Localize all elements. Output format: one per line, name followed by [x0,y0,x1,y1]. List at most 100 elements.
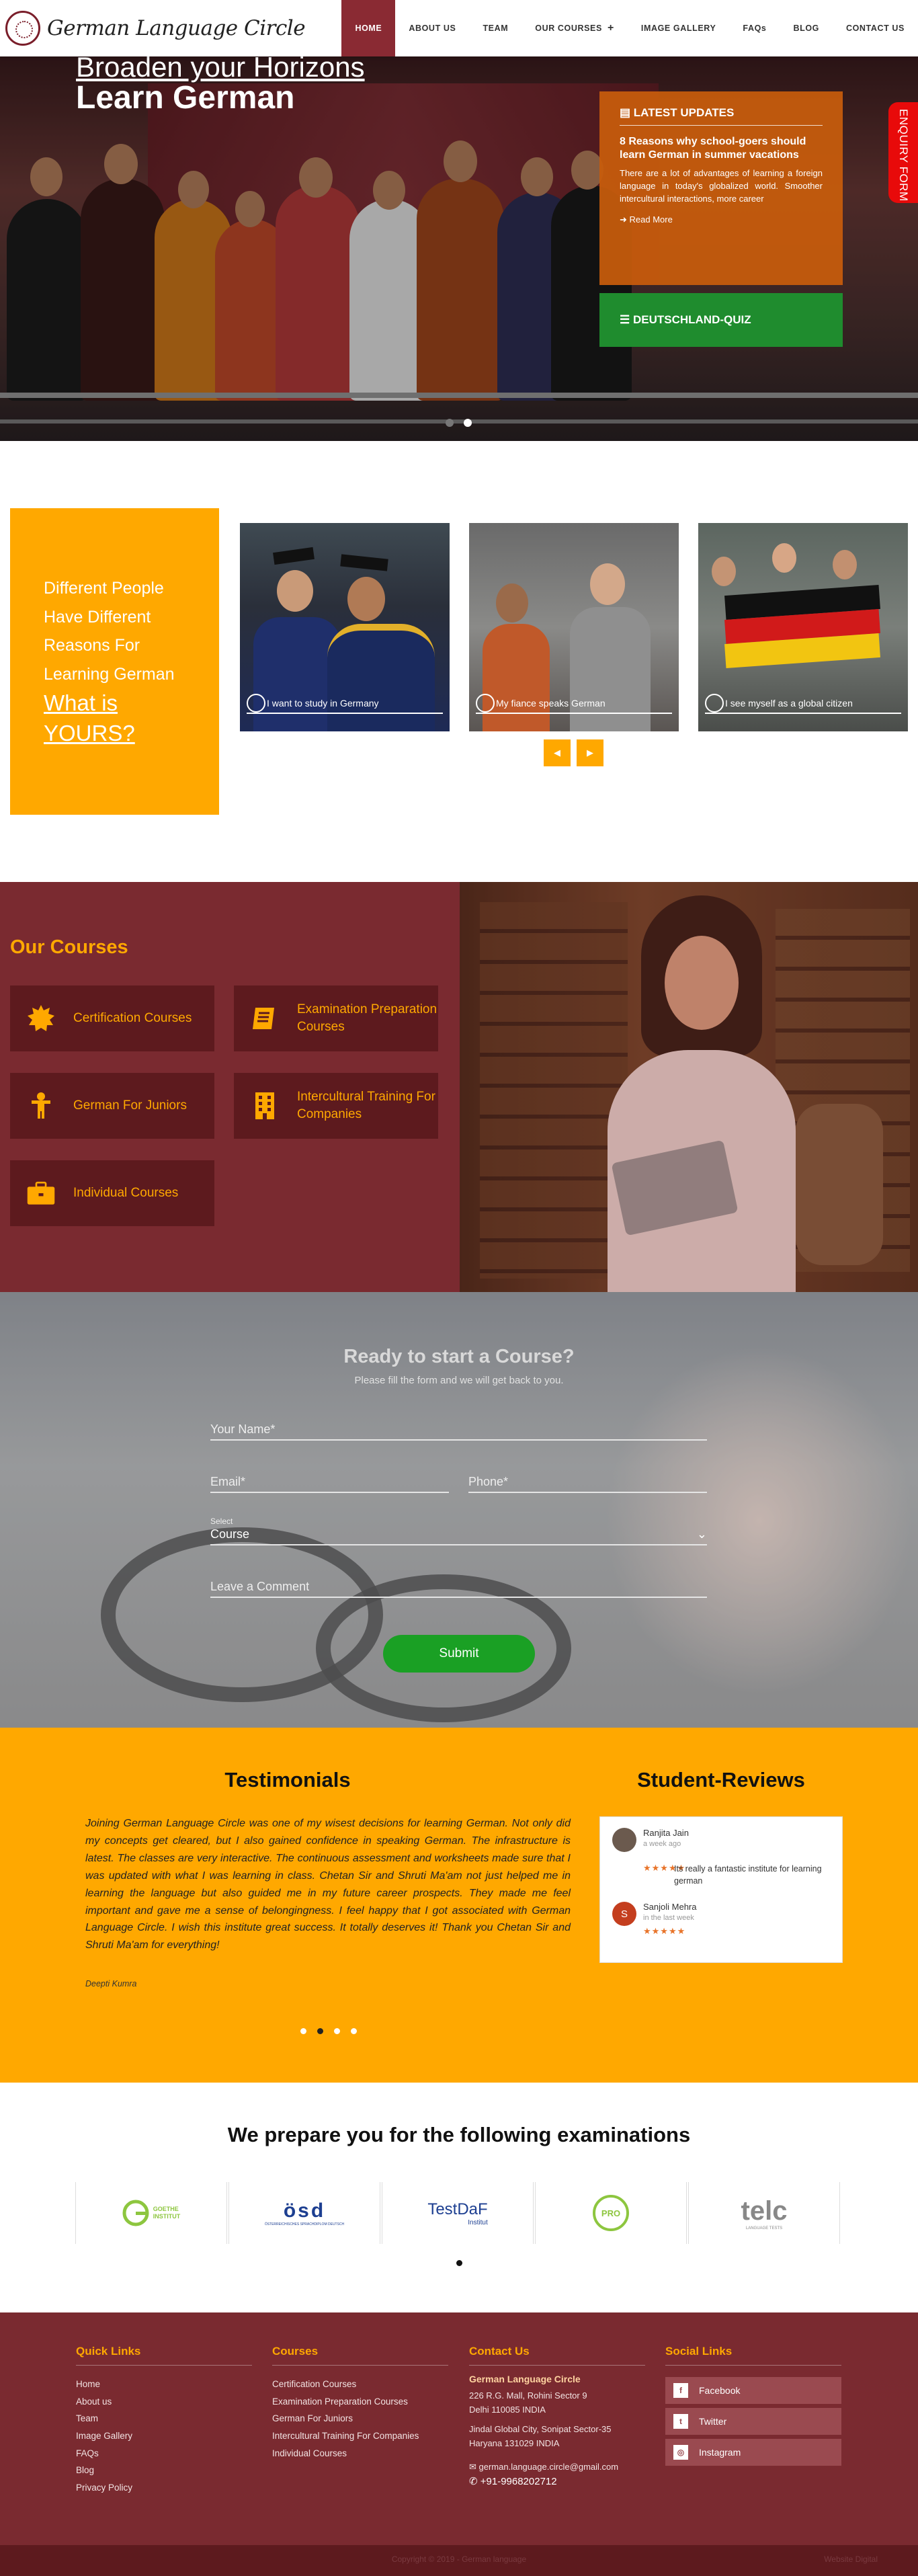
course-label: German For Juniors [73,1098,187,1113]
testimonial-text: Joining German Language Circle was one o… [85,1818,571,1951]
phone-input[interactable]: Phone* [468,1475,707,1493]
reason-card-caption: My fiance speaks German [476,694,672,714]
nav-about[interactable]: ABOUT US [395,0,469,56]
review-stars: ★★★★★ [643,1926,686,1936]
reviewer-avatar [612,1828,636,1852]
grad-cap-shape [273,547,315,565]
slider-dot-active[interactable] [464,419,472,427]
contact-address-line: Delhi 110085 INDIA [469,2405,546,2415]
osd-text: ösd [283,2200,326,2222]
reviewer-avatar: S [612,1902,636,1926]
envelope-icon: ✉ [469,2461,479,2472]
graduate-face [347,577,385,621]
phone-icon: ✆ [469,2476,481,2488]
hero-heading: Learn German [76,80,295,116]
footer-link-about[interactable]: About us [76,2393,132,2411]
nav-gallery[interactable]: IMAGE GALLERY [628,0,730,56]
footer-course-link[interactable]: Individual Courses [272,2445,419,2462]
footer-course-link[interactable]: Certification Courses [272,2376,419,2393]
person-face [496,583,528,622]
reasons-box: Different People Have Different Reasons … [10,508,219,815]
nav-contact[interactable]: CONTACT US [833,0,918,56]
footer-link-privacy[interactable]: Privacy Policy [76,2479,132,2497]
nav-courses[interactable]: OUR COURSES + [521,0,628,56]
enquiry-form-tab[interactable]: ENQUIRY FORM [888,102,918,203]
testimonial-dot[interactable] [334,2028,340,2034]
person-face [590,563,625,605]
course-select-value: Course [210,1527,250,1541]
footer-link-gallery[interactable]: Image Gallery [76,2427,132,2445]
nav-team[interactable]: TEAM [469,0,521,56]
slider-dot[interactable] [446,419,454,427]
carousel-next-button[interactable]: ▶ [577,739,603,766]
chevron-down-icon: ⌄ [696,1527,707,1541]
testimonial-dot[interactable] [300,2028,306,2034]
pro-badge: PRO [593,2195,629,2231]
footer-link-home[interactable]: Home [76,2376,132,2393]
testimonial-dot[interactable] [351,2028,357,2034]
course-label: Individual Courses [73,1186,179,1201]
arrow-circle-icon: ➜ [620,214,630,225]
update-article-excerpt: There are a lot of advantages of learnin… [620,168,823,204]
chevron-left-icon: ◀ [554,748,560,758]
course-juniors[interactable]: German For Juniors [10,1073,214,1139]
course-intercultural[interactable]: Intercultural Training For Companies [234,1073,438,1139]
course-individual[interactable]: Individual Courses [10,1160,214,1226]
site-header: German Language Circle HOME ABOUT US TEA… [0,0,918,56]
reason-card[interactable]: I see myself as a global citizen [698,523,908,731]
student-with-tablet-photo [460,882,918,1292]
facebook-link[interactable]: f Facebook [665,2377,841,2404]
footer-link-team[interactable]: Team [76,2410,132,2427]
contact-block: German Language Circle 226 R.G. Mall, Ro… [469,2372,618,2490]
reviewer-name[interactable]: Ranjita Jain [643,1828,689,1838]
telc-subtext: LANGUAGE TESTS [745,2226,783,2230]
logo-emblem-icon [5,11,40,46]
footer-course-link[interactable]: Intercultural Training For Companies [272,2427,419,2445]
nav-blog[interactable]: BLOG [780,0,833,56]
footer-course-link[interactable]: German For Juniors [272,2410,419,2427]
select-caption: Select [210,1517,233,1526]
building-icon [250,1091,280,1121]
testimonial-author: Deepti Kumra [85,1979,137,1988]
site-logo[interactable]: German Language Circle [5,7,306,50]
course-select[interactable]: Course ⌄ [210,1527,707,1545]
email-input[interactable]: Email* [210,1475,449,1493]
footer-link-blog[interactable]: Blog [76,2462,132,2479]
powered-by-link[interactable]: Website Digital [824,2554,878,2564]
course-label: Examination Preparation Courses [297,1002,437,1034]
testdaf-subtext: Institut [468,2218,488,2226]
comment-textarea[interactable]: Leave a Comment [210,1580,707,1598]
deutschland-quiz-button[interactable]: ☰ DEUTSCHLAND-QUIZ [599,293,843,347]
social-title: Social Links [665,2345,841,2366]
reason-card[interactable]: I want to study in Germany [240,523,450,731]
course-certification[interactable]: Certification Courses [10,985,214,1051]
nav-home[interactable]: HOME [341,0,396,56]
pro-logo: PRO [535,2182,687,2244]
read-more-link[interactable]: ➜ Read More [620,214,823,225]
person-face [833,550,857,579]
twitter-link[interactable]: t Twitter [665,2408,841,2435]
reason-card[interactable]: My fiance speaks German [469,523,679,731]
copyright-text: Copyright © 2019 - German language [391,2554,527,2564]
review-time: in the last week [643,1914,694,1922]
reasons-question-link[interactable]: What is YOURS? [44,688,185,748]
contact-email-link[interactable]: ✉ german.language.circle@gmail.com [469,2460,618,2474]
contact-email: german.language.circle@gmail.com [478,2461,619,2472]
contact-phone-link[interactable]: ✆ +91-9968202712 [469,2474,618,2490]
course-exam-prep[interactable]: Examination Preparation Courses [234,985,438,1051]
nav-faqs[interactable]: FAQs [729,0,780,56]
reviewer-name[interactable]: Sanjoli Mehra [643,1902,697,1912]
name-input[interactable]: Your Name* [210,1422,707,1441]
carousel-prev-button[interactable]: ◀ [544,739,571,766]
testimonial-dot-active[interactable] [317,2028,323,2034]
plus-icon: + [607,22,614,34]
instagram-link[interactable]: ◎ Instagram [665,2439,841,2466]
update-article-title[interactable]: 8 Reasons why school-goers should learn … [620,135,823,162]
review-time: a week ago [643,1840,681,1848]
exam-carousel-dot[interactable] [456,2260,462,2266]
footer-link-faqs[interactable]: FAQs [76,2445,132,2462]
contact-phone: +91-9968202712 [480,2476,557,2488]
submit-button[interactable]: Submit [383,1635,535,1673]
footer-course-link[interactable]: Examination Preparation Courses [272,2393,419,2411]
facebook-label: Facebook [699,2385,741,2396]
